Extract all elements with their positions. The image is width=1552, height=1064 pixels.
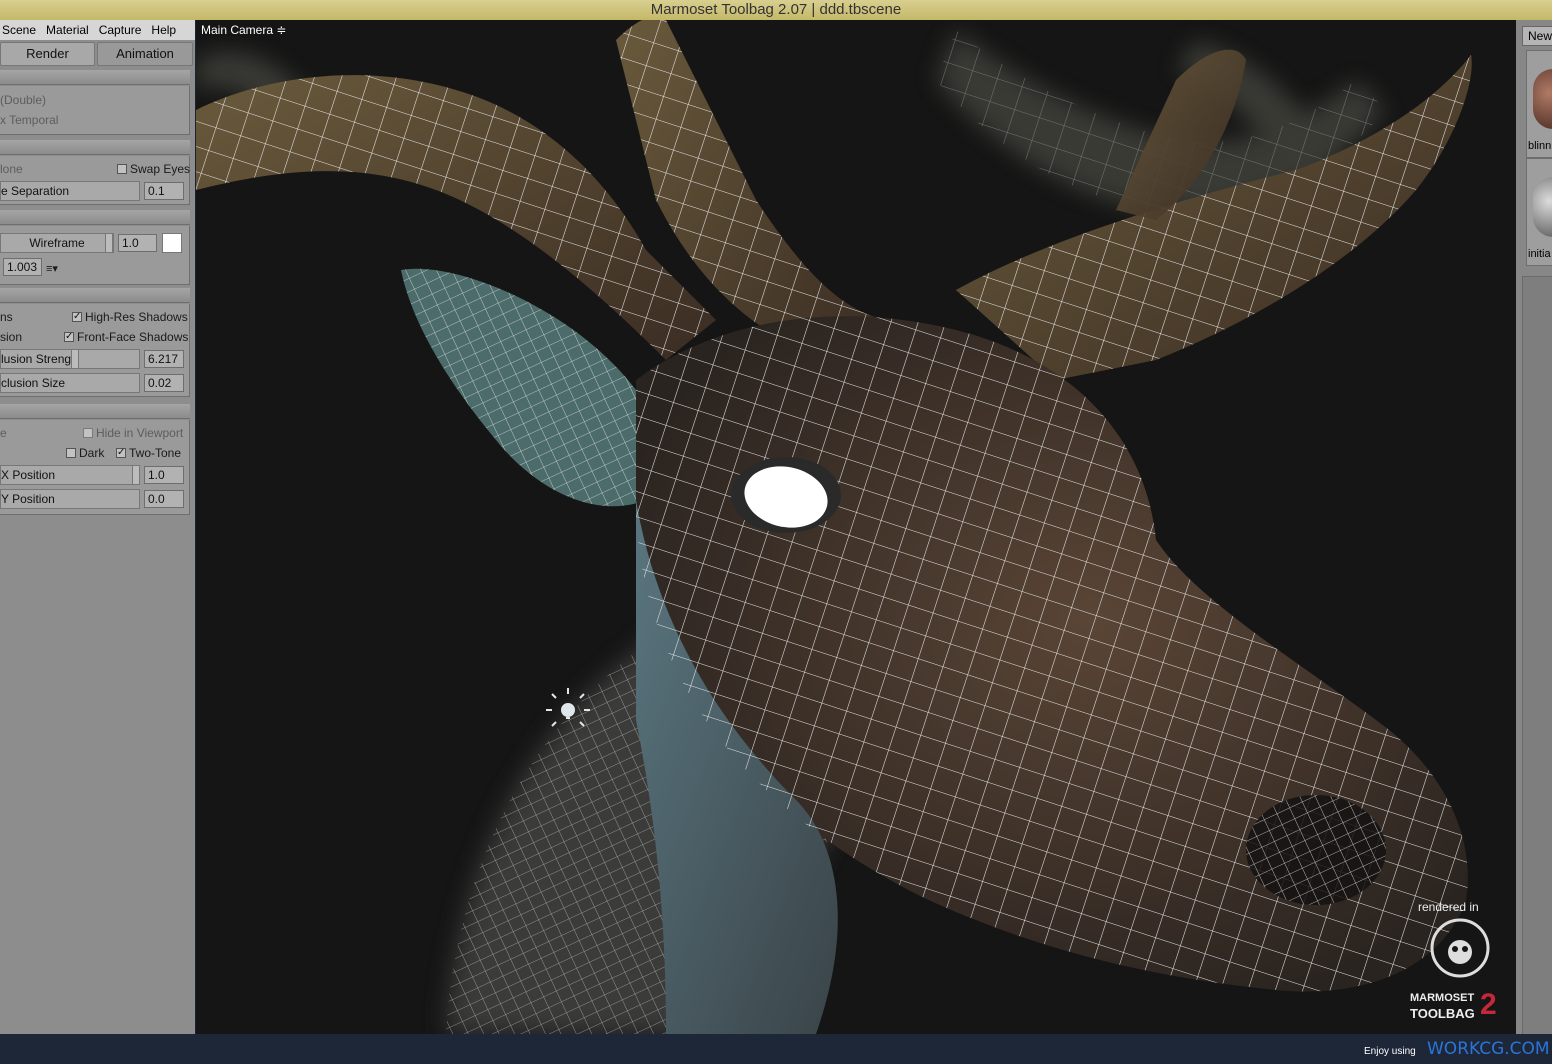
footer-site-link[interactable]: WORKCG.COM — [1427, 1039, 1550, 1059]
list-menu-icon[interactable]: ≡▾ — [46, 262, 58, 275]
shadows-left-label-2: sion — [0, 330, 23, 344]
occlusion-strength-knob[interactable] — [71, 350, 79, 368]
settings-panel: Render Animation (Double) x Temporal lon… — [0, 40, 195, 1034]
material-sphere-blinn — [1533, 69, 1552, 129]
hide-in-viewport-checkbox[interactable] — [83, 428, 93, 438]
hide-in-viewport-label: Hide in Viewport — [96, 426, 184, 440]
y-position-label: Y Position — [1, 492, 55, 506]
taskbar: Enjoy using WORKCG.COM — [0, 1034, 1552, 1064]
x-position-field[interactable]: 1.0 — [144, 466, 184, 484]
x-position-slider[interactable]: X Position — [0, 465, 140, 485]
antialias-mode-temporal[interactable]: x Temporal — [0, 113, 58, 127]
wireframe-slider-knob[interactable] — [105, 234, 113, 252]
shadows-left-label-1: ns — [0, 310, 13, 324]
high-res-shadows-checkbox[interactable]: ✓ — [72, 312, 82, 322]
y-position-slider[interactable]: Y Position — [0, 489, 140, 509]
dark-label: Dark — [79, 446, 105, 460]
y-position-field[interactable]: 0.0 — [144, 490, 184, 508]
antialias-group: (Double) x Temporal — [0, 86, 190, 135]
shadows-section-header[interactable] — [0, 288, 190, 303]
eye-separation-field[interactable]: 0.1 — [144, 182, 184, 200]
footer-enjoy-text: Enjoy using — [1364, 1046, 1416, 1057]
background-left-label: e — [0, 426, 7, 440]
deer-wireframe-render — [196, 20, 1472, 1034]
occlusion-strength-field[interactable]: 6.217 — [144, 350, 184, 368]
shadows-group: ns ✓ High-Res Shadows sion ✓ Front-Face … — [0, 304, 190, 397]
logo-version: 2 — [1480, 988, 1497, 1021]
occlusion-size-slider[interactable]: clusion Size — [0, 373, 140, 393]
material-sphere-initial — [1533, 177, 1552, 237]
occlusion-strength-label: lusion Strengtl — [1, 352, 78, 366]
camera-selector[interactable]: Main Camera ≑ — [201, 23, 286, 37]
background-section-header[interactable] — [0, 404, 190, 419]
two-tone-checkbox[interactable]: ✓ — [116, 448, 126, 458]
logo-marmoset: MARMOSET — [1410, 992, 1475, 1004]
high-res-shadows-label: High-Res Shadows — [85, 310, 188, 324]
material-label-initial: initia — [1528, 248, 1551, 260]
background-group: e Hide in Viewport Dark ✓ Two-Tone X Pos… — [0, 420, 190, 515]
x-position-knob[interactable] — [132, 466, 139, 484]
front-face-shadows-label: Front-Face Shadows — [77, 330, 189, 344]
eye-separation-slider[interactable]: e Separation — [0, 181, 140, 201]
x-position-label: X Position — [1, 468, 56, 482]
menu-scene[interactable]: Scene — [2, 23, 36, 37]
wireframe-color-swatch[interactable] — [162, 233, 182, 253]
wireframe-section-header[interactable] — [0, 210, 190, 225]
material-list-area — [1522, 276, 1552, 1034]
menu-capture[interactable]: Capture — [99, 23, 142, 37]
wireframe-offset-field[interactable]: 1.003 — [3, 258, 42, 276]
front-face-shadows-checkbox[interactable]: ✓ — [64, 332, 74, 342]
materials-panel: New blinn initia — [1516, 20, 1552, 1034]
menu-bar: Scene Material Capture Help — [0, 20, 195, 40]
tab-render[interactable]: Render — [0, 42, 95, 66]
antialias-mode-double[interactable]: (Double) — [0, 93, 46, 107]
window-title: Marmoset Toolbag 2.07 | ddd.tbscene — [0, 0, 1552, 20]
two-tone-label: Two-Tone — [129, 446, 182, 460]
logo-rendered-in: rendered in — [1418, 900, 1479, 914]
wireframe-field[interactable]: 1.0 — [118, 234, 157, 252]
occlusion-size-label: clusion Size — [1, 376, 66, 390]
material-label-blinn: blinn — [1528, 140, 1552, 152]
logo-toolbag: TOOLBAG — [1410, 1006, 1475, 1021]
tab-animation[interactable]: Animation — [97, 42, 193, 66]
occlusion-strength-slider[interactable]: lusion Strengtl — [0, 349, 140, 369]
new-material-button[interactable]: New — [1522, 26, 1552, 46]
wireframe-slider[interactable]: Wireframe — [0, 233, 114, 253]
viewport-3d[interactable]: Main Camera ≑ rendered in MARMOSET TOOLB… — [196, 20, 1516, 1034]
antialias-section-header[interactable] — [0, 70, 190, 85]
eye-separation-label: e Separation — [1, 184, 70, 198]
marmoset-logo: rendered in MARMOSET TOOLBAG 2 — [1408, 900, 1508, 1030]
dark-checkbox[interactable] — [66, 448, 76, 458]
occlusion-size-field[interactable]: 0.02 — [144, 374, 184, 392]
swap-eyes-label: Swap Eyes — [130, 162, 191, 176]
panel-tabs: Render Animation — [0, 40, 195, 66]
swap-eyes-checkbox[interactable] — [117, 164, 127, 174]
monkey-skull-icon — [1430, 918, 1490, 978]
menu-material[interactable]: Material — [46, 23, 89, 37]
stereo-section-header[interactable] — [0, 140, 190, 155]
stereo-mode-label: lone — [0, 162, 23, 176]
menu-help[interactable]: Help — [151, 23, 176, 37]
stereo-group: lone Swap Eyes e Separation 0.1 — [0, 156, 190, 205]
wireframe-label: Wireframe — [29, 236, 85, 250]
wireframe-group: Wireframe 1.0 1.003 ≡▾ — [0, 226, 190, 285]
